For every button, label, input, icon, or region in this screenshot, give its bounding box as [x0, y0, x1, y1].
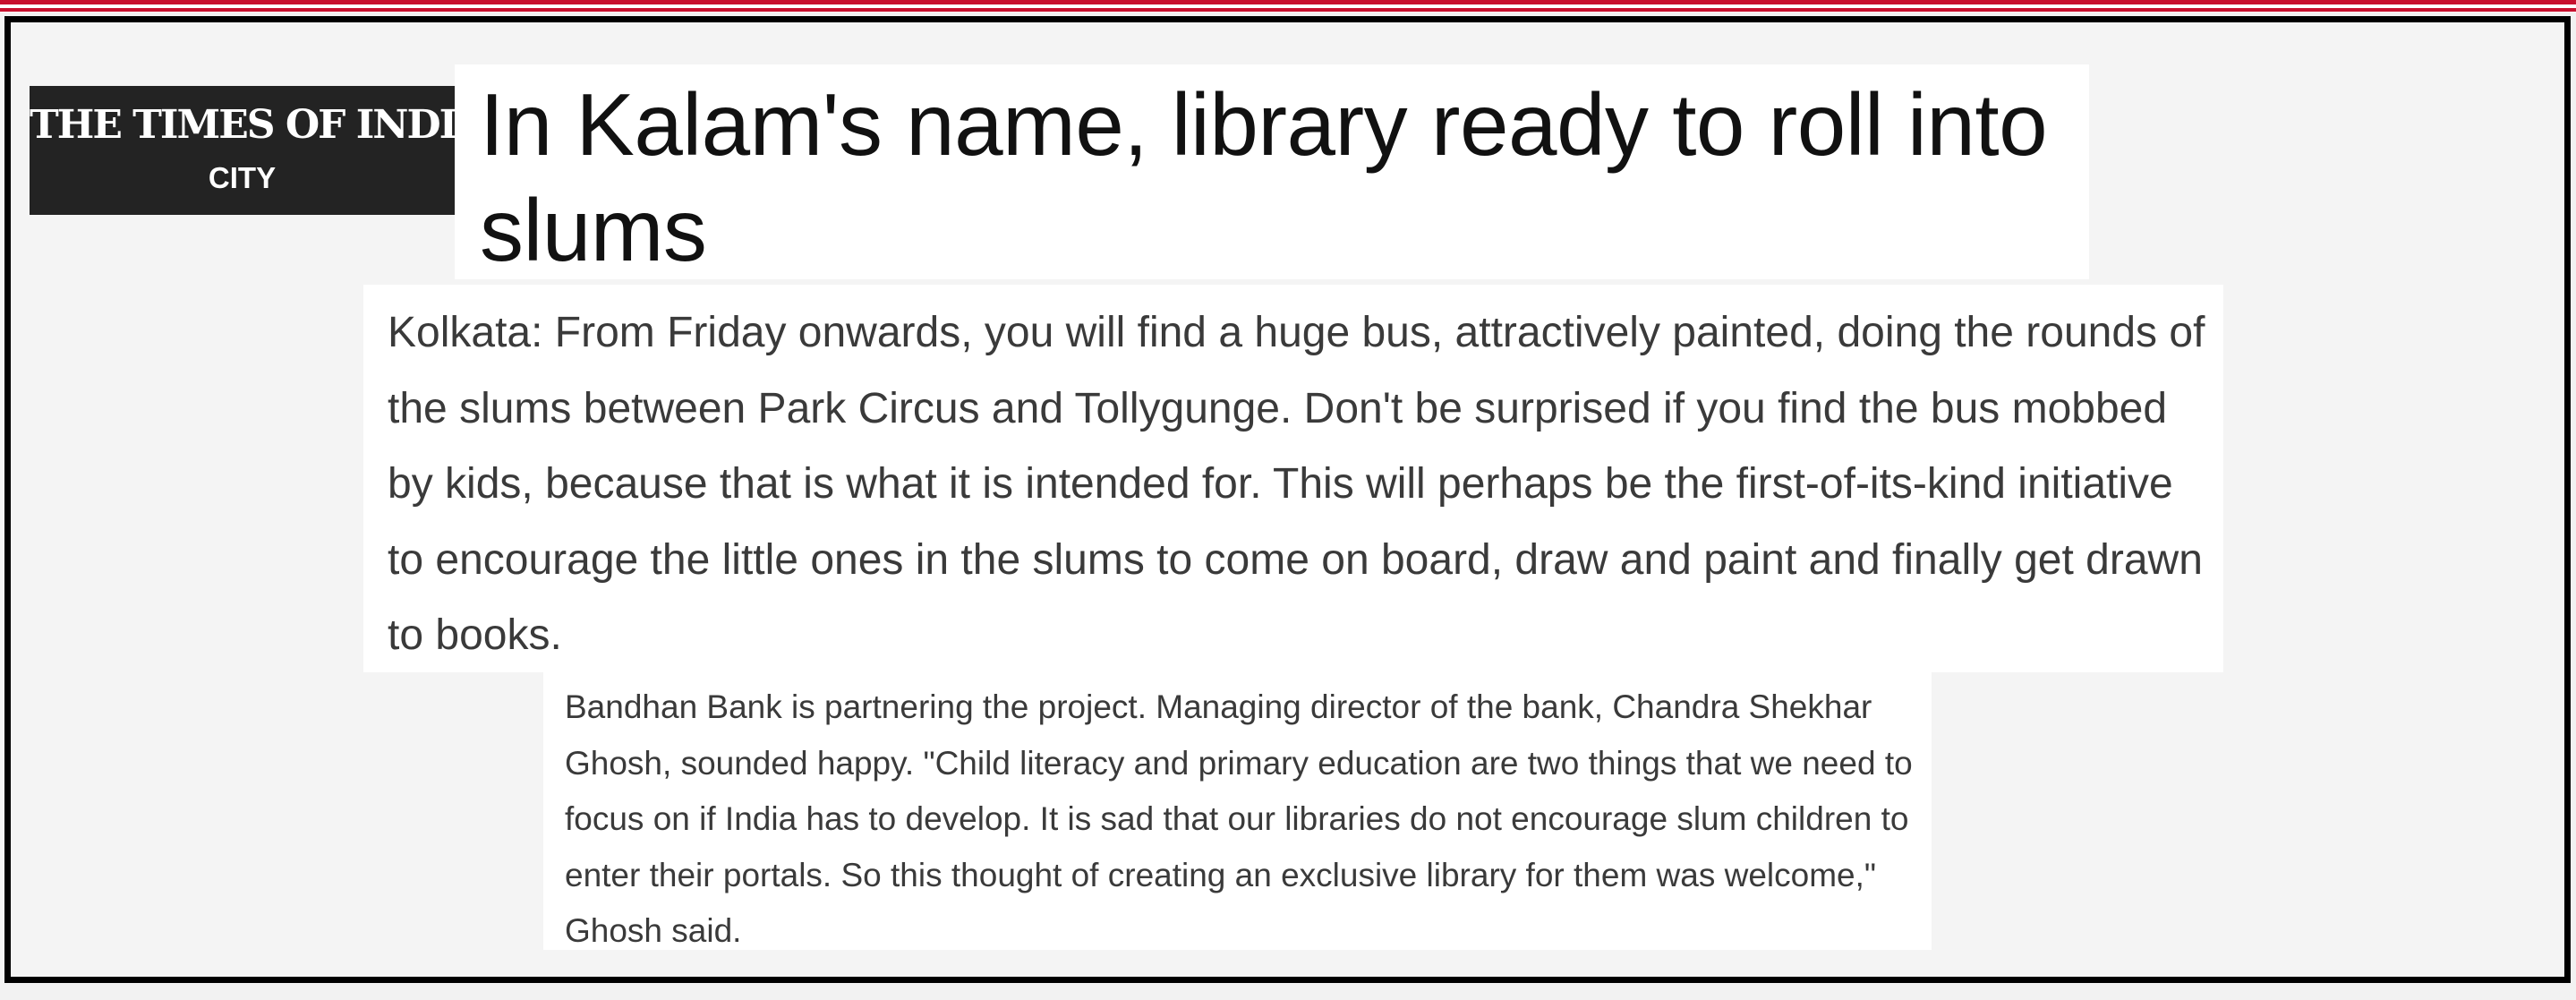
section-label: CITY — [208, 161, 277, 194]
top-red-rule-upper — [0, 0, 2576, 4]
headline: In Kalam's name, library ready to roll i… — [480, 75, 2048, 279]
publication-name: THE TIMES OF INDIA — [30, 102, 486, 148]
body-block: Bandhan Bank is partnering the project. … — [543, 672, 1932, 950]
top-red-rule — [0, 0, 2576, 13]
top-red-rule-lower — [0, 8, 2576, 12]
body-paragraph: Bandhan Bank is partnering the project. … — [565, 688, 1913, 949]
headline-block: In Kalam's name, library ready to roll i… — [455, 64, 2089, 279]
newspaper-clipping-page: THE TIMES OF INDIA CITY In Kalam's name,… — [0, 0, 2576, 1000]
masthead-logo: THE TIMES OF INDIA CITY — [30, 86, 486, 215]
lede-block: Kolkata: From Friday onwards, you will f… — [363, 285, 2223, 672]
lede-paragraph: Kolkata: From Friday onwards, you will f… — [388, 309, 2205, 659]
